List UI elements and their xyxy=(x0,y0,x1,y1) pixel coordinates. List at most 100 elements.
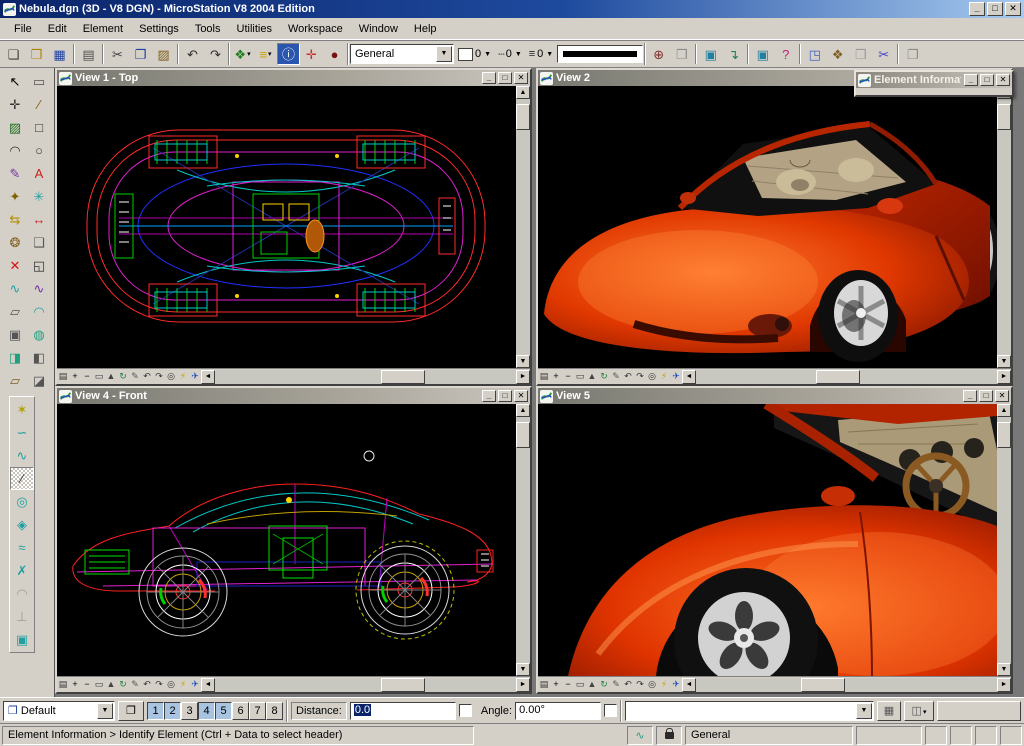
new-file-button[interactable]: ❏ xyxy=(2,43,25,65)
view-previous-icon[interactable]: ↶ xyxy=(141,678,153,692)
view-previous-icon[interactable]: ↶ xyxy=(622,678,634,692)
view5-drawing-area[interactable] xyxy=(538,404,997,676)
chevron-down-icon[interactable]: ▼ xyxy=(97,702,113,719)
render-icon[interactable]: ⚡ xyxy=(177,678,189,692)
undo-button[interactable]: ↶ xyxy=(181,43,204,65)
active-weight-control[interactable]: ≡ 0 ▼ xyxy=(526,48,556,60)
view1-horizontal-scrollbar[interactable]: ◄ ► xyxy=(201,369,530,384)
ei-maximize-button[interactable]: □ xyxy=(980,74,994,86)
view1-drawing-area[interactable] xyxy=(57,86,516,368)
snap-sketch-cell[interactable]: ∿ xyxy=(627,725,653,745)
active-style-control[interactable]: ┄ 0 ▼ xyxy=(495,48,525,61)
view-help-button[interactable]: ? xyxy=(774,43,797,65)
scroll-up-icon[interactable]: ▲ xyxy=(516,86,530,99)
view1-titlebar[interactable]: View 1 - Top _ □ ✕ xyxy=(57,70,530,86)
scroll-down-icon[interactable]: ▼ xyxy=(997,663,1011,676)
menu-settings[interactable]: Settings xyxy=(131,20,187,38)
view2-vertical-scrollbar[interactable]: ▲ ▼ xyxy=(997,86,1011,368)
view-toggle-4[interactable]: 4 xyxy=(198,701,215,720)
pan-view-icon[interactable]: ✎ xyxy=(129,370,141,384)
active-snap-mode-cell[interactable]: General xyxy=(685,725,853,745)
tool-active-linear[interactable]: ∕ xyxy=(10,467,34,490)
tool-place-ellipse[interactable]: ○ xyxy=(27,139,51,162)
scroll-right-icon[interactable]: ► xyxy=(997,369,1011,384)
update-view-button[interactable]: ↴ xyxy=(722,43,745,65)
tool-rect-points[interactable]: ▣ xyxy=(10,628,34,651)
tool-3d-construct[interactable]: ▣ xyxy=(3,323,27,346)
view-minimize-button[interactable]: _ xyxy=(963,390,977,402)
view5-horizontal-scrollbar[interactable]: ◄ ► xyxy=(682,677,1011,692)
pan-view-icon[interactable]: ✎ xyxy=(610,678,622,692)
fit-view-icon[interactable]: ▲ xyxy=(586,370,598,384)
tool-circle-center[interactable]: ◎ xyxy=(10,490,34,513)
view-maximize-button[interactable]: □ xyxy=(498,390,512,402)
tool-3d-primitives[interactable]: ▱ xyxy=(3,300,27,323)
navigate-view-icon[interactable]: ✈ xyxy=(670,370,682,384)
clip-volume-button[interactable]: ✂ xyxy=(872,43,895,65)
save-button[interactable]: ▦ xyxy=(48,43,71,65)
copy-view-icon[interactable]: ◎ xyxy=(165,370,177,384)
manage-view-groups-button[interactable]: ❐ xyxy=(118,700,144,721)
zoom-tools-button[interactable]: ⊕ xyxy=(647,43,670,65)
menu-tools[interactable]: Tools xyxy=(187,20,229,38)
tool-place-curve[interactable]: ∽ xyxy=(10,421,34,444)
window-area-icon[interactable]: ▭ xyxy=(574,678,586,692)
app-titlebar[interactable]: Nebula.dgn (3D - V8 DGN) - MicroStation … xyxy=(0,0,1024,18)
scrollbar-thumb[interactable] xyxy=(801,677,846,692)
view4-horizontal-scrollbar[interactable]: ◄ ► xyxy=(201,677,530,692)
menu-workspace[interactable]: Workspace xyxy=(280,20,351,38)
keyin-input[interactable]: ▼ xyxy=(625,700,874,721)
view4-titlebar[interactable]: View 4 - Front _ □ ✕ xyxy=(57,388,530,404)
render-icon[interactable]: ⚡ xyxy=(177,370,189,384)
app-maximize-button[interactable]: □ xyxy=(987,2,1003,16)
models-button[interactable]: ❖ ▾ xyxy=(231,43,254,65)
tool-drop-element[interactable]: ❑ xyxy=(27,231,51,254)
view-previous-icon[interactable]: ↶ xyxy=(141,370,153,384)
view-attributes-icon[interactable]: ▤ xyxy=(538,370,550,384)
tool-delete-element[interactable]: ✕ xyxy=(3,254,27,277)
menu-edit[interactable]: Edit xyxy=(40,20,75,38)
tool-3d-surfaces[interactable]: ◠ xyxy=(27,300,51,323)
navigate-view-icon[interactable]: ✈ xyxy=(670,678,682,692)
chevron-down-icon[interactable]: ▼ xyxy=(484,51,491,58)
tool-points[interactable]: ✛ xyxy=(3,93,27,116)
cut-button[interactable]: ✂ xyxy=(106,43,129,65)
tool-bspline-curves[interactable]: ∿ xyxy=(3,277,27,300)
view-minimize-button[interactable]: _ xyxy=(482,390,496,402)
render-icon[interactable]: ⚡ xyxy=(658,370,670,384)
view-toggle-3[interactable]: 3 xyxy=(181,701,198,720)
paste-button[interactable]: ▨ xyxy=(152,43,175,65)
copy-button[interactable]: ❐ xyxy=(129,43,152,65)
view-toggle-5[interactable]: 5 xyxy=(215,701,232,720)
rotate-view-icon[interactable]: ↻ xyxy=(598,370,610,384)
copy-view-icon[interactable]: ◎ xyxy=(165,678,177,692)
copy-view-icon[interactable]: ◎ xyxy=(646,678,658,692)
element-information-titlebar[interactable]: Element Information _ □ ✕ xyxy=(856,72,1012,88)
view-next-icon[interactable]: ↷ xyxy=(634,678,646,692)
copy-cube-button[interactable]: ❐ xyxy=(901,43,924,65)
view-maximize-button[interactable]: □ xyxy=(498,72,512,84)
menu-file[interactable]: File xyxy=(6,20,40,38)
tool-fence[interactable]: ▭ xyxy=(27,70,51,93)
tool-element-selection[interactable]: ↖ xyxy=(3,70,27,93)
scroll-right-icon[interactable]: ► xyxy=(516,369,530,384)
pan-view-icon[interactable]: ✎ xyxy=(610,370,622,384)
view-cube-button[interactable]: ❒ xyxy=(670,43,693,65)
view-toggle-1[interactable]: 1 xyxy=(147,701,164,720)
view-next-icon[interactable]: ↷ xyxy=(634,370,646,384)
rotate-view-icon[interactable]: ↻ xyxy=(598,678,610,692)
zoom-in-icon[interactable]: + xyxy=(69,370,81,384)
view-attributes-icon[interactable]: ▤ xyxy=(57,678,69,692)
scrollbar-thumb[interactable] xyxy=(997,103,1011,130)
scroll-up-icon[interactable]: ▲ xyxy=(997,404,1011,417)
locks-cell[interactable] xyxy=(656,725,682,745)
chevron-down-icon[interactable]: ▾ xyxy=(268,50,272,58)
scrollbar-thumb[interactable] xyxy=(516,421,530,448)
tool-dimension-angular[interactable]: ↔ xyxy=(27,208,51,231)
scroll-down-icon[interactable]: ▼ xyxy=(516,355,530,368)
view1-vertical-scrollbar[interactable]: ▲ ▼ xyxy=(516,86,530,368)
tool-dimension-linear[interactable]: ⇆ xyxy=(3,208,27,231)
scroll-right-icon[interactable]: ► xyxy=(516,677,530,692)
view-group-combo[interactable]: ❐ Default ▼ xyxy=(3,700,115,721)
window-area-icon[interactable]: ▭ xyxy=(574,370,586,384)
